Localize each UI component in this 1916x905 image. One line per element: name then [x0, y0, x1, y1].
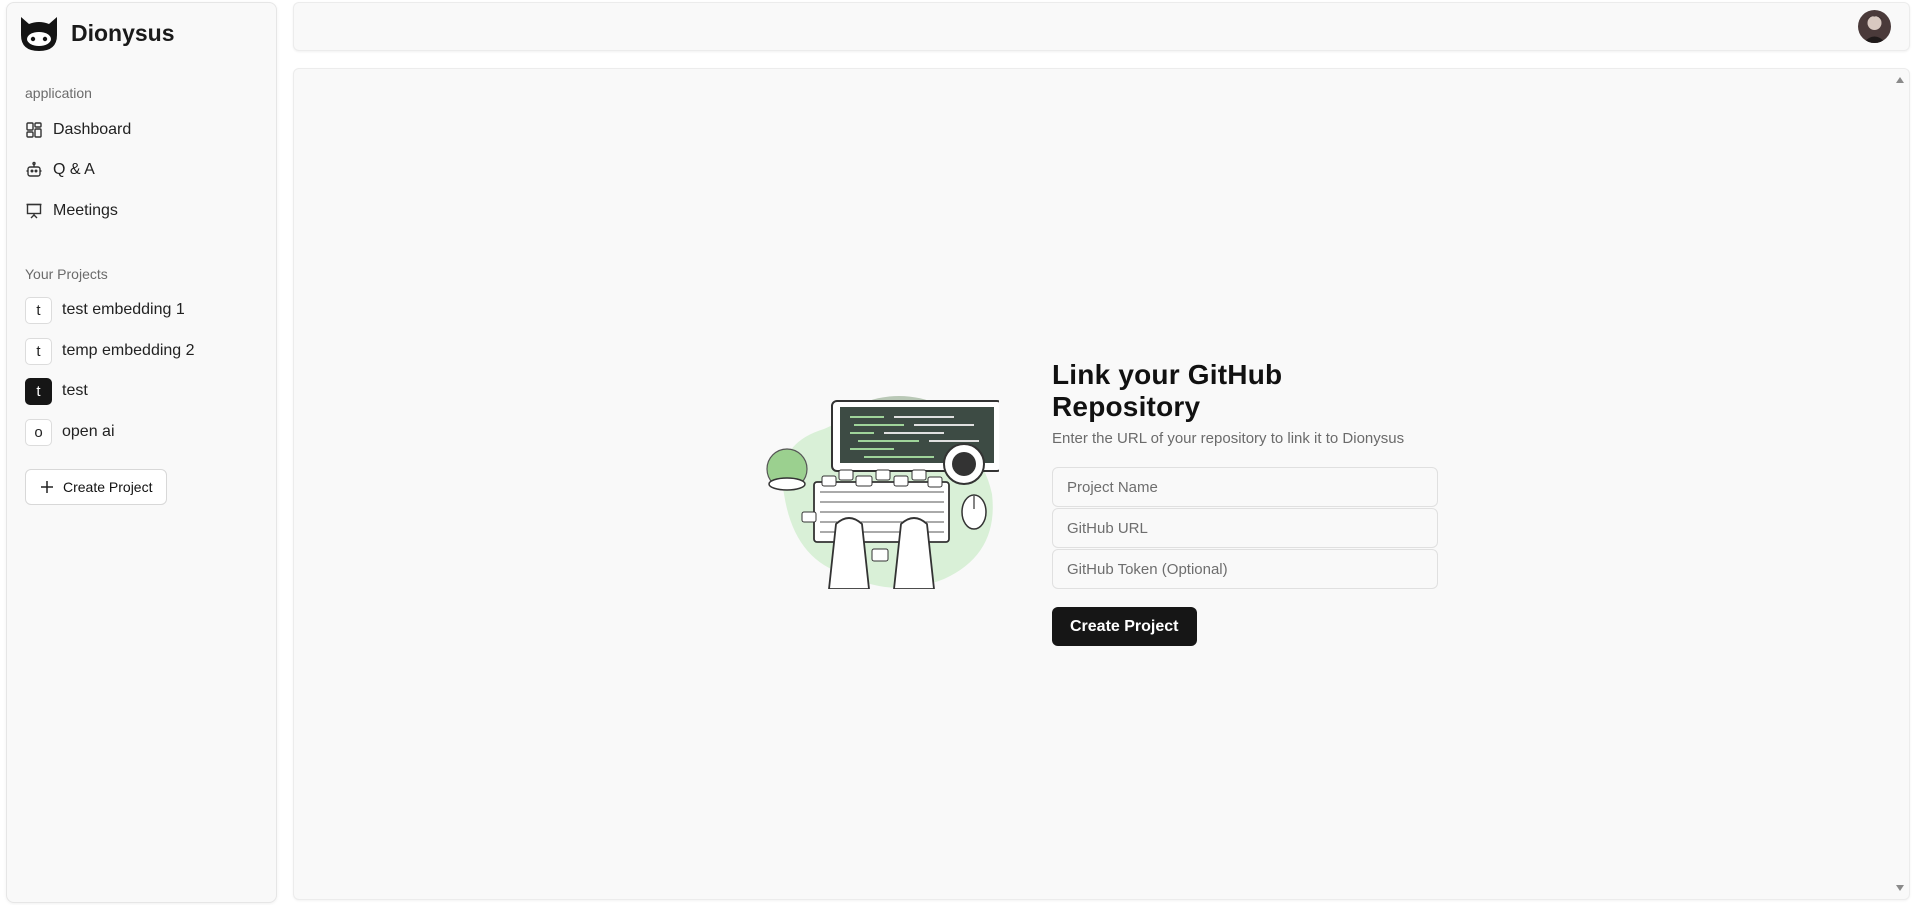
project-label: temp embedding 2	[62, 342, 195, 359]
project-item-active[interactable]: t test	[25, 376, 260, 406]
form-title: Link your GitHub Repository	[1052, 359, 1283, 422]
sidebar-item-label: Meetings	[53, 202, 118, 219]
project-badge: t	[25, 337, 52, 365]
user-avatar[interactable]	[1858, 10, 1891, 43]
form-subtitle: Enter the URL of your repository to link…	[1052, 430, 1405, 447]
project-item[interactable]: t temp embedding 2	[25, 336, 260, 366]
brand[interactable]: Dionysus	[17, 13, 175, 53]
sidebar-item-dashboard[interactable]: Dashboard	[25, 113, 260, 147]
scrollbar[interactable]	[1891, 69, 1909, 899]
sidebar: Dionysus application Dashboard Q & A Mee…	[6, 2, 277, 903]
avatar-image-icon	[1858, 10, 1891, 43]
project-label: open ai	[62, 423, 115, 440]
create-project-label: Create Project	[63, 479, 153, 495]
project-label: test	[62, 382, 88, 399]
project-badge: t	[25, 377, 52, 405]
presentation-icon	[26, 203, 42, 219]
sidebar-item-label: Dashboard	[53, 121, 132, 138]
sidebar-item-label: Q & A	[53, 161, 95, 178]
project-label: test embedding 1	[62, 301, 185, 318]
main-content: Link your GitHub Repository Enter the UR…	[293, 68, 1910, 900]
bot-icon	[26, 161, 42, 177]
scroll-up-arrow-icon[interactable]	[1896, 77, 1904, 83]
project-badge: o	[25, 418, 52, 446]
github-url-input[interactable]	[1052, 508, 1438, 548]
top-bar	[293, 2, 1910, 51]
project-item[interactable]: t test embedding 1	[25, 295, 260, 325]
sidebar-item-meetings[interactable]: Meetings	[25, 194, 260, 228]
link-repo-form: Link your GitHub Repository Enter the UR…	[1052, 359, 1438, 646]
project-item[interactable]: o open ai	[25, 417, 260, 447]
project-badge: t	[25, 296, 52, 324]
application-group-label: application	[25, 85, 92, 101]
scroll-down-arrow-icon[interactable]	[1896, 885, 1904, 891]
create-project-button[interactable]: Create Project	[1052, 607, 1197, 646]
dashboard-icon	[26, 122, 42, 138]
sidebar-item-qa[interactable]: Q & A	[25, 153, 260, 187]
sidebar-create-project-button[interactable]: Create Project	[25, 469, 168, 505]
developer-typing-illustration	[766, 396, 999, 589]
app-name: Dionysus	[71, 19, 175, 46]
projects-group-label: Your Projects	[25, 266, 108, 282]
plus-icon	[41, 481, 53, 493]
project-name-input[interactable]	[1052, 467, 1438, 507]
github-token-input[interactable]	[1052, 549, 1438, 589]
dionysus-logo-icon	[21, 17, 57, 51]
